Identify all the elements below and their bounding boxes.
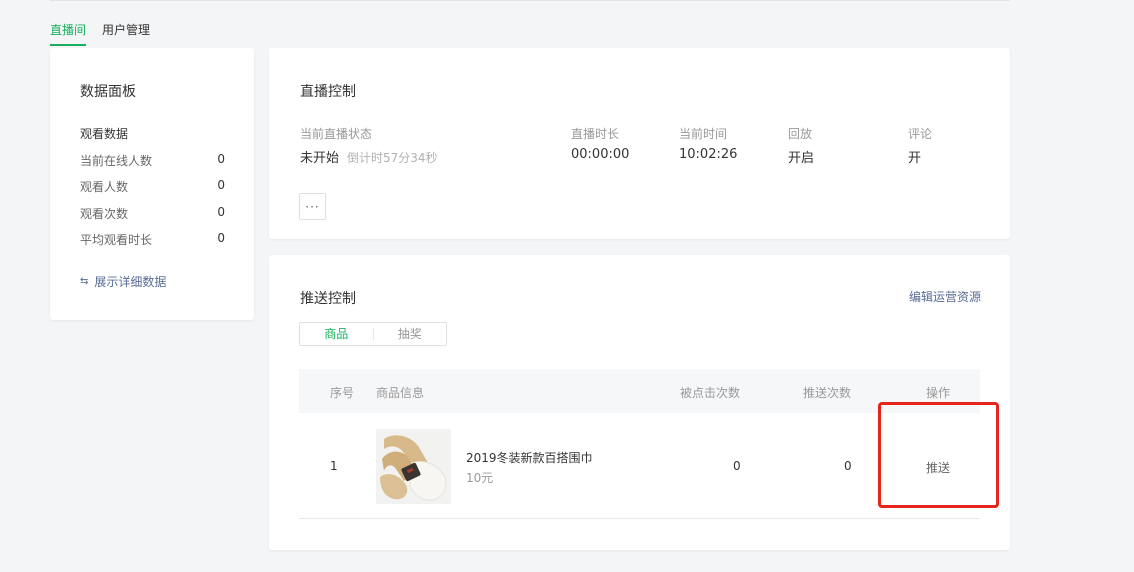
replay-value: 开启 xyxy=(788,151,815,166)
live-status-label: 当前直播状态 xyxy=(300,127,373,141)
stat-value: 0 xyxy=(217,152,225,166)
stat-online: 当前在线人数 0 xyxy=(80,152,225,169)
stat-value: 0 xyxy=(217,205,225,219)
current-time-label: 当前时间 xyxy=(679,127,728,141)
edit-resources-link[interactable]: 编辑运营资源 xyxy=(909,288,981,305)
stat-viewers: 观看人数 0 xyxy=(80,178,225,195)
live-duration: 直播时长 00:00:00 xyxy=(571,125,629,162)
dashboard-panel: 数据面板 观看数据 当前在线人数 0 观看人数 0 观看次数 0 平均观看时长 … xyxy=(50,48,254,320)
live-status-value-row: 未开始 倒计时57分34秒 xyxy=(300,147,438,166)
push-count: 0 xyxy=(844,459,852,473)
segment-lottery[interactable]: 抽奖 xyxy=(374,323,447,345)
live-duration-label: 直播时长 xyxy=(571,127,620,141)
current-time-value: 10:02:26 xyxy=(679,147,738,162)
stat-label: 当前在线人数 xyxy=(80,154,153,168)
header-pushes: 推送次数 xyxy=(803,386,852,400)
push-control-title: 推送控制 xyxy=(300,291,356,307)
header-action: 操作 xyxy=(926,386,951,400)
more-dots-icon: ··· xyxy=(305,199,320,214)
comment-setting: 评论 开 xyxy=(908,125,932,166)
live-control-title: 直播控制 xyxy=(300,84,356,100)
push-control-panel: 推送控制 编辑运营资源 商品 抽奖 序号 商品信息 被点击次数 推送次数 操作 … xyxy=(269,255,1010,550)
replay-label: 回放 xyxy=(788,127,813,141)
dashboard-subtitle: 观看数据 xyxy=(80,127,129,141)
more-options-button[interactable]: ··· xyxy=(299,193,326,220)
push-type-switch: 商品 抽奖 xyxy=(299,322,447,346)
click-count: 0 xyxy=(733,459,741,473)
main-tabs: 直播间 用户管理 xyxy=(50,14,150,46)
comment-label: 评论 xyxy=(908,127,933,141)
product-name: 2019冬装新款百搭围巾 xyxy=(466,451,593,465)
tab-live-room[interactable]: 直播间 xyxy=(50,14,87,46)
product-price: 10元 xyxy=(466,471,494,485)
stat-value: 0 xyxy=(217,178,225,192)
scarf-image-icon xyxy=(376,429,451,504)
live-duration-value: 00:00:00 xyxy=(571,147,630,162)
header-index: 序号 xyxy=(330,386,355,400)
stat-views: 观看次数 0 xyxy=(80,205,225,222)
row-index: 1 xyxy=(330,459,338,473)
stat-label: 观看次数 xyxy=(80,207,129,221)
current-time: 当前时间 10:02:26 xyxy=(679,125,737,162)
show-detail-label: 展示详细数据 xyxy=(94,275,167,289)
countdown-text: 倒计时57分34秒 xyxy=(347,151,438,165)
table-row: 1 2019冬装新款百搭围巾 10元 0 0 推送 xyxy=(299,413,980,519)
push-button[interactable]: 推送 xyxy=(926,459,950,476)
stat-label: 观看人数 xyxy=(80,180,129,194)
header-info: 商品信息 xyxy=(376,386,425,400)
dashboard-title: 数据面板 xyxy=(80,84,136,100)
live-status-value: 未开始 xyxy=(300,151,340,166)
live-status: 当前直播状态 未开始 倒计时57分34秒 xyxy=(300,125,438,166)
segment-products[interactable]: 商品 xyxy=(300,323,373,345)
live-control-panel: 直播控制 当前直播状态 未开始 倒计时57分34秒 直播时长 00:00:00 当… xyxy=(269,48,1010,239)
product-image xyxy=(376,429,451,504)
stat-label: 平均观看时长 xyxy=(80,233,153,247)
comment-value: 开 xyxy=(908,151,922,166)
replay-setting: 回放 开启 xyxy=(788,125,814,166)
show-detail-link[interactable]: ⇆ 展示详细数据 xyxy=(80,273,166,290)
tab-user-management[interactable]: 用户管理 xyxy=(102,14,150,46)
swap-icon: ⇆ xyxy=(80,276,89,287)
header-clicks: 被点击次数 xyxy=(680,386,741,400)
table-header: 序号 商品信息 被点击次数 推送次数 操作 xyxy=(299,369,980,413)
top-divider xyxy=(50,0,1010,1)
stat-value: 0 xyxy=(217,231,225,245)
stat-avg-duration: 平均观看时长 0 xyxy=(80,231,225,248)
